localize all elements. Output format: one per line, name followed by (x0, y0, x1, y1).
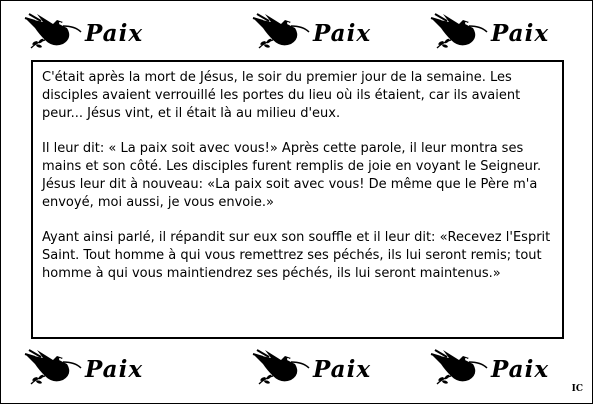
paix-word: Paix (313, 356, 372, 383)
paix-word: Paix (85, 20, 144, 47)
paix-word: Paix (85, 356, 144, 383)
paix-stamp: Paix (429, 348, 553, 388)
signature-initials: IC (571, 384, 583, 394)
page-frame: Paix Paix Paix C'était après la mort de … (0, 0, 593, 404)
paix-word: Paix (491, 356, 550, 383)
paix-word: Paix (313, 20, 372, 47)
dove-with-olive-branch-icon (252, 349, 310, 385)
paix-stamp: Paix (251, 348, 375, 388)
dove-with-olive-branch-icon (430, 13, 488, 49)
gospel-text-box: C'était après la mort de Jésus, le soir … (31, 60, 564, 339)
text-paragraph: Ayant ainsi parlé, il répandit sur eux s… (42, 230, 551, 281)
dove-with-olive-branch-icon (430, 349, 488, 385)
dove-with-olive-branch-icon (24, 13, 82, 49)
paix-stamp: Paix (23, 348, 147, 388)
paix-word: Paix (491, 20, 550, 47)
text-paragraph: Il leur dit: « La paix soit avec vous!» … (42, 141, 542, 210)
dove-with-olive-branch-icon (252, 13, 310, 49)
text-paragraph: C'était après la mort de Jésus, le soir … (42, 70, 521, 121)
paix-stamp: Paix (23, 12, 147, 52)
dove-with-olive-branch-icon (24, 349, 82, 385)
paix-stamp: Paix (429, 12, 553, 52)
paix-stamp: Paix (251, 12, 375, 52)
